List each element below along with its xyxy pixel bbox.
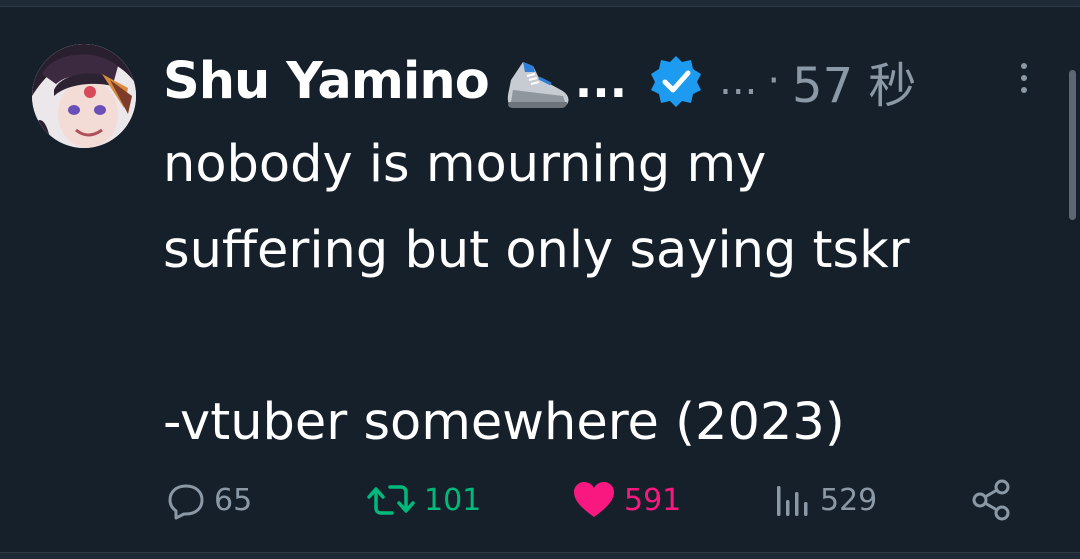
tweet-actions: 65 101 591 529 bbox=[0, 476, 1080, 524]
reply-button[interactable]: 65 bbox=[166, 476, 252, 524]
share-button[interactable] bbox=[970, 476, 1014, 524]
separator-dot: · bbox=[767, 58, 781, 104]
name-ellipsis: ... bbox=[574, 54, 628, 108]
top-divider bbox=[0, 0, 1080, 7]
running-shoe-icon bbox=[505, 50, 573, 112]
verified-badge-icon bbox=[649, 54, 703, 108]
retweet-icon bbox=[367, 485, 415, 515]
more-options-icon[interactable] bbox=[1012, 58, 1036, 98]
retweet-count: 101 bbox=[424, 482, 482, 518]
like-count: 591 bbox=[624, 482, 682, 518]
views-count: 529 bbox=[820, 482, 878, 518]
display-name[interactable]: Shu Yamino bbox=[163, 52, 490, 111]
views-icon bbox=[777, 486, 808, 516]
handle-ellipsis: ... bbox=[719, 58, 758, 104]
tweet-header: Shu Yamino ... ... · 57 秒 bbox=[163, 46, 916, 116]
reply-count: 65 bbox=[214, 482, 253, 518]
retweet-button[interactable]: 101 bbox=[366, 476, 481, 524]
heart-icon bbox=[574, 482, 614, 517]
scrollbar[interactable] bbox=[1069, 70, 1076, 220]
avatar[interactable] bbox=[32, 44, 136, 148]
views-button[interactable]: 529 bbox=[774, 476, 877, 524]
tweet-text: nobody is mourning my suffering but only… bbox=[163, 135, 910, 452]
share-icon bbox=[972, 479, 1010, 521]
like-button[interactable]: 591 bbox=[572, 476, 681, 524]
bottom-divider bbox=[0, 552, 1080, 559]
timestamp[interactable]: 57 秒 bbox=[792, 46, 916, 116]
reply-icon bbox=[168, 484, 204, 520]
